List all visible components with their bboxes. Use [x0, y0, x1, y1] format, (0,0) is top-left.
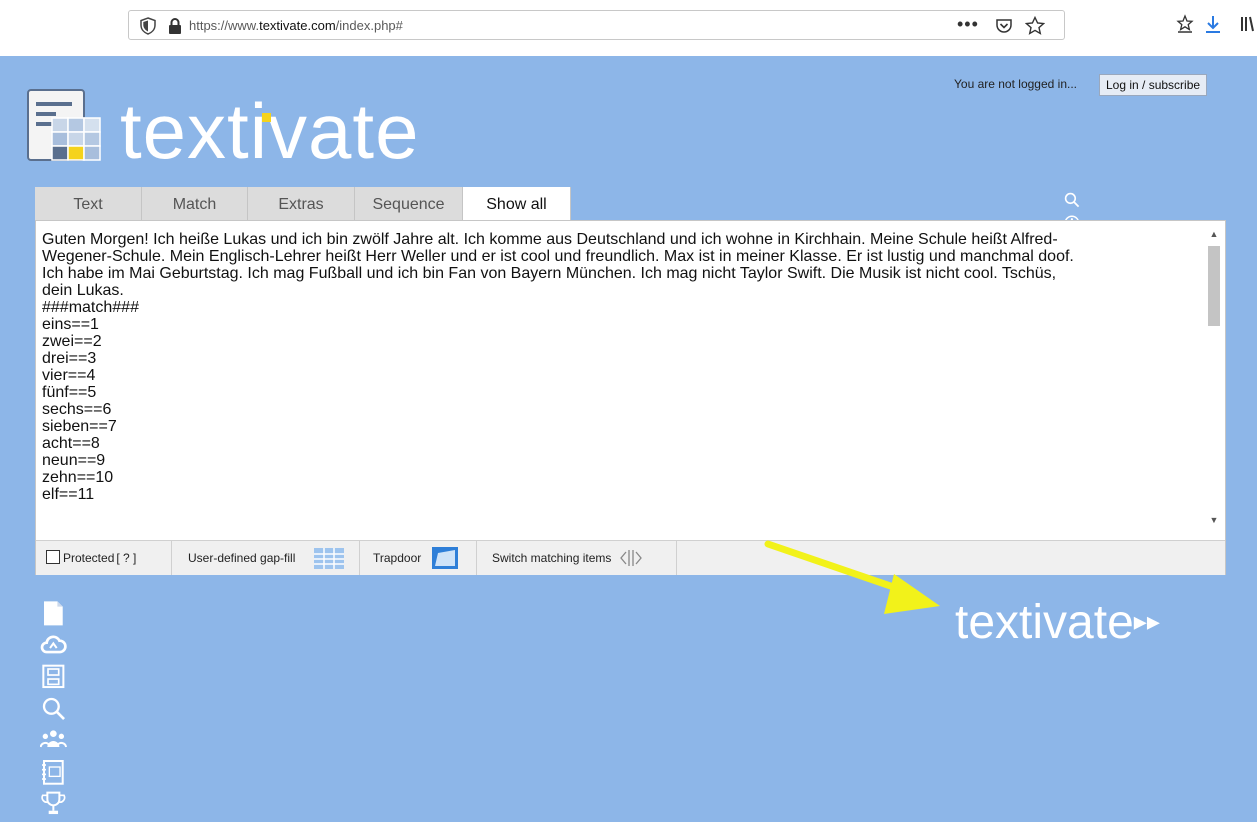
textivate-logo-icon [27, 89, 101, 161]
tab-extras[interactable]: Extras [248, 187, 355, 220]
logo-wordmark: textivate [120, 87, 420, 175]
tab-show-all[interactable]: Show all [463, 187, 571, 220]
address-bar[interactable]: https://www.textivate.com/index.php# ••• [128, 10, 1065, 40]
search-icon[interactable] [40, 695, 67, 722]
protected-label: Protected [63, 551, 115, 565]
lock-icon[interactable] [167, 17, 183, 35]
tab-sequence[interactable]: Sequence [355, 187, 463, 220]
scroll-down-icon[interactable]: ▼ [1206, 515, 1222, 529]
text-editor[interactable]: Guten Morgen! Ich heiße Lukas und ich bi… [42, 231, 1200, 537]
search-icon[interactable] [1063, 191, 1081, 209]
textivate-page: You are not logged in... Log in / subscr… [0, 56, 1257, 815]
page-actions-menu[interactable]: ••• [957, 14, 979, 35]
brand-text: textivate [955, 596, 1134, 649]
tab-text[interactable]: Text [35, 187, 142, 220]
trapdoor-icon [432, 547, 458, 569]
shield-icon[interactable] [139, 17, 157, 35]
login-button[interactable]: Log in / subscribe [1099, 74, 1208, 96]
bookmark-star-icon[interactable] [1025, 16, 1045, 36]
switch-matching-label: Switch matching items [492, 551, 612, 565]
trophy-icon[interactable] [40, 790, 67, 817]
options-bar: Protected[ ? ] User-defined gap-fill Tra… [36, 540, 1225, 575]
textivate-start-button[interactable]: textivate▸▸ [955, 591, 1160, 653]
save-icon[interactable] [40, 663, 67, 690]
help-link[interactable]: [ ? ] [116, 551, 136, 565]
tool-icons [1063, 191, 1081, 299]
trapdoor-option[interactable]: Trapdoor [360, 541, 477, 575]
scroll-thumb[interactable] [1208, 246, 1220, 326]
bottom-toolbar [39, 600, 68, 815]
play-forward-icon: ▸▸ [1133, 606, 1160, 636]
tab-match[interactable]: Match [142, 187, 248, 220]
protected-option[interactable]: Protected[ ? ] [36, 541, 172, 575]
people-icon[interactable] [39, 727, 68, 754]
switch-arrows-icon [620, 550, 642, 566]
gapfill-icon [314, 548, 344, 569]
editor-panel: Guten Morgen! Ich heiße Lukas und ich bi… [35, 220, 1226, 575]
protected-checkbox[interactable] [46, 550, 60, 564]
download-icon[interactable] [1203, 14, 1223, 34]
notebook-icon[interactable] [40, 759, 67, 786]
annotation-arrow [764, 540, 940, 614]
scroll-up-icon[interactable]: ▲ [1206, 229, 1222, 243]
url-text[interactable]: https://www.textivate.com/index.php# [189, 18, 403, 33]
login-status: You are not logged in... [954, 77, 1077, 91]
gapfill-option[interactable]: User-defined gap-fill [172, 541, 360, 575]
switch-matching-option[interactable]: Switch matching items [477, 541, 677, 575]
new-document-icon[interactable] [40, 600, 67, 627]
reading-list-icon[interactable] [1175, 14, 1195, 34]
browser-toolbar: https://www.textivate.com/index.php# ••• [0, 0, 1257, 56]
trapdoor-label: Trapdoor [373, 551, 422, 565]
editor-scrollbar[interactable]: ▲ ▼ [1206, 229, 1222, 529]
logo-accent-dot [262, 113, 271, 122]
gapfill-label: User-defined gap-fill [188, 551, 296, 565]
library-icon[interactable] [1238, 14, 1257, 34]
cloud-icon[interactable] [40, 632, 67, 659]
pocket-icon[interactable] [995, 17, 1013, 35]
